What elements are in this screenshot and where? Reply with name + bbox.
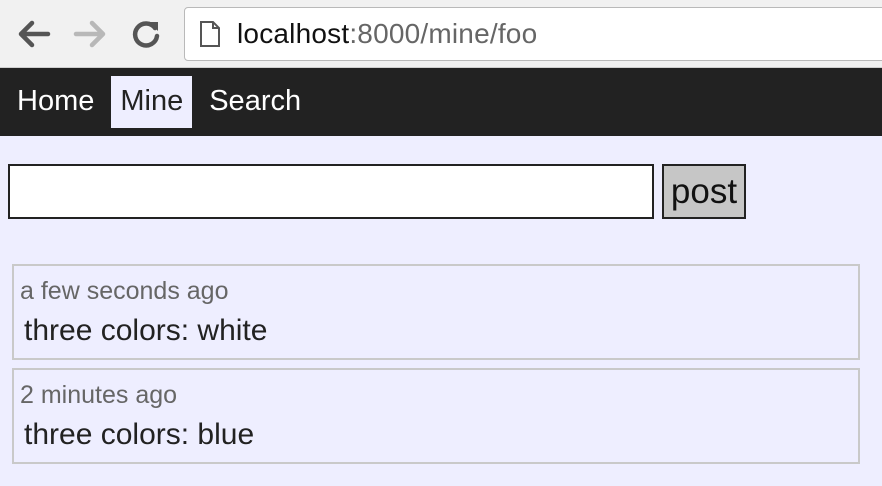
post-timestamp: 2 minutes ago [20, 381, 178, 409]
reload-icon[interactable] [126, 14, 166, 54]
nav-item-mine[interactable]: Mine [111, 76, 193, 128]
post-list: a few seconds ago three colors: white 2 … [12, 264, 860, 472]
address-bar[interactable]: localhost:8000/mine/foo [184, 7, 882, 61]
url-path: :8000/mine/foo [349, 18, 538, 49]
post-item: 2 minutes ago three colors: blue [12, 368, 860, 464]
url-text: localhost:8000/mine/foo [237, 18, 537, 50]
forward-arrow-icon[interactable] [70, 14, 110, 54]
post-text: three colors: blue [24, 418, 255, 451]
nav-item-search[interactable]: Search [200, 76, 310, 128]
browser-toolbar: localhost:8000/mine/foo [0, 0, 882, 68]
post-form: post [8, 164, 746, 219]
post-text: three colors: white [24, 314, 268, 347]
post-input[interactable] [8, 164, 654, 219]
url-host: localhost [237, 18, 350, 49]
page-icon [199, 20, 221, 48]
post-timestamp: a few seconds ago [20, 277, 229, 305]
post-item: a few seconds ago three colors: white [12, 264, 860, 360]
back-arrow-icon[interactable] [14, 14, 54, 54]
post-button[interactable]: post [662, 164, 746, 219]
top-navigation: Home Mine Search [0, 68, 882, 136]
nav-item-home[interactable]: Home [8, 76, 103, 128]
